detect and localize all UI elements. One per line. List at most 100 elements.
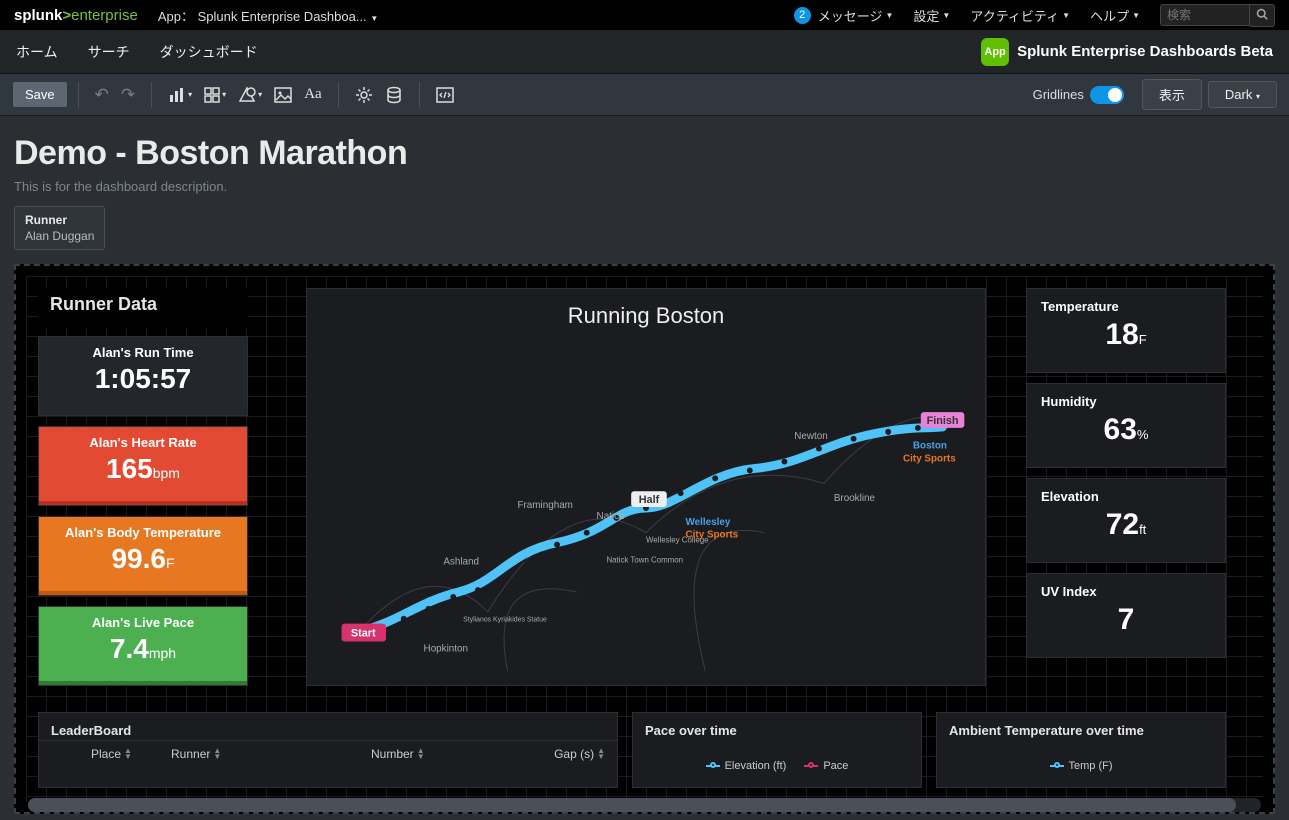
chevron-down-icon: ▼: [370, 14, 378, 23]
pace-chart-title: Pace over time: [633, 713, 921, 740]
app-dropdown[interactable]: App： Splunk Enterprise Dashboa... ▼: [158, 6, 378, 25]
dashboard-canvas[interactable]: Runner Data Alan's Run Time 1:05:57 Alan…: [14, 264, 1275, 814]
undo-icon[interactable]: ↶: [89, 81, 115, 109]
app-title: Splunk Enterprise Dashboards Beta: [1017, 43, 1273, 60]
add-image-icon[interactable]: [268, 82, 298, 108]
sort-icon: ▲▼: [124, 748, 132, 760]
map-lbl-stylianos: Stylianos Kyriakides Statue: [463, 617, 547, 624]
search-icon[interactable]: [1250, 4, 1275, 27]
col-gap[interactable]: Gap (s)▲▼: [511, 747, 605, 761]
env-humidity[interactable]: Humidity 63%: [1026, 383, 1226, 468]
sort-icon: ▲▼: [417, 748, 425, 760]
runner-filter[interactable]: Runner Alan Duggan: [14, 206, 105, 250]
chevron-down-icon: ▼: [885, 11, 893, 20]
nav-home[interactable]: ホーム: [16, 42, 58, 62]
theme-dropdown[interactable]: Dark ▾: [1208, 81, 1277, 108]
hum-value: 63%: [1027, 413, 1225, 455]
page-body: Demo - Boston Marathon This is for the d…: [0, 116, 1289, 814]
add-grid-icon[interactable]: ▾: [198, 83, 232, 107]
col-runner[interactable]: Runner▲▼: [171, 747, 371, 761]
pace-chart-panel[interactable]: Pace over time Elevation (ft) Pace: [632, 712, 922, 788]
sort-icon: ▲▼: [597, 748, 605, 760]
source-code-icon[interactable]: [430, 82, 460, 108]
map-lbl-hopkinton: Hopkinton: [424, 643, 468, 654]
sort-icon: ▲▼: [213, 748, 221, 760]
activity-menu[interactable]: アクティビティ▼: [970, 6, 1070, 25]
elev-value: 72ft: [1027, 508, 1225, 550]
filter-label: Runner: [25, 213, 94, 227]
help-menu[interactable]: ヘルプ▼: [1090, 6, 1140, 25]
runner-data-title: Runner Data: [38, 288, 248, 321]
logo[interactable]: splunk>enterprise: [14, 7, 138, 24]
bt-label: Alan's Body Temperature: [39, 517, 247, 540]
settings-gear-icon[interactable]: [349, 82, 379, 108]
data-source-icon[interactable]: [379, 82, 409, 108]
map-lbl-brookline: Brookline: [834, 493, 876, 504]
global-nav: splunk>enterprise App： Splunk Enterprise…: [0, 0, 1289, 30]
map-lbl-ashland: Ashland: [443, 556, 479, 567]
add-text-icon[interactable]: Aa: [298, 82, 328, 107]
chevron-down-icon: ▼: [1132, 11, 1140, 20]
redo-icon[interactable]: ↷: [115, 81, 141, 109]
hr-value: 165bpm: [39, 450, 247, 494]
app-label: App：: [158, 9, 194, 24]
filter-value: Alan Duggan: [25, 229, 94, 243]
logo-splunk: splunk: [14, 7, 62, 24]
nav-search[interactable]: サーチ: [88, 42, 130, 62]
stat-bodytemp[interactable]: Alan's Body Temperature 99.6F: [38, 516, 248, 596]
pace-legend: Elevation (ft) Pace: [633, 740, 921, 772]
legend-temp: Temp (F): [1069, 760, 1113, 772]
map-lbl-natick-town: Natick Town Common: [606, 555, 683, 564]
runner-data-title-panel[interactable]: Runner Data: [38, 288, 248, 328]
map-finish-flag: Finish: [927, 415, 959, 427]
save-button[interactable]: Save: [12, 81, 68, 108]
map-lbl-framingham: Framingham: [517, 500, 572, 511]
chevron-down-icon: ▼: [942, 11, 950, 20]
temp-chart-panel[interactable]: Ambient Temperature over time Temp (F): [936, 712, 1226, 788]
map-lbl-city-sports2: City Sports: [903, 454, 956, 465]
gridlines-label: Gridlines: [1033, 87, 1084, 102]
stat-runtime[interactable]: Alan's Run Time 1:05:57: [38, 336, 248, 416]
stat-pace[interactable]: Alan's Live Pace 7.4mph: [38, 606, 248, 686]
add-bar-chart-icon[interactable]: ▾: [162, 82, 198, 108]
map-lbl-wellesley: Wellesley: [686, 517, 731, 528]
map-svg: Start Half Finish Hopkinton Ashland Fram…: [307, 335, 985, 681]
nav-dashboard[interactable]: ダッシュボード: [160, 42, 258, 62]
hr-label: Alan's Heart Rate: [39, 427, 247, 450]
leaderboard-title: LeaderBoard: [39, 713, 617, 740]
messages-badge: 2: [794, 7, 811, 24]
display-button[interactable]: 表示: [1142, 79, 1202, 110]
map-start-flag: Start: [351, 628, 376, 640]
col-number[interactable]: Number▲▼: [371, 747, 511, 761]
uv-value: 7: [1027, 603, 1225, 645]
horizontal-scrollbar[interactable]: [28, 798, 1261, 812]
uv-label: UV Index: [1027, 574, 1225, 603]
stat-heartrate[interactable]: Alan's Heart Rate 165bpm: [38, 426, 248, 506]
pace-label: Alan's Live Pace: [39, 607, 247, 630]
runtime-label: Alan's Run Time: [39, 337, 247, 360]
map-lbl-boston: Boston: [913, 441, 947, 452]
legend-pace: Pace: [823, 760, 848, 772]
leaderboard-panel[interactable]: LeaderBoard Place▲▼ Runner▲▼ Number▲▼ Ga…: [38, 712, 618, 788]
temp-label: Temperature: [1027, 289, 1225, 318]
env-temperature[interactable]: Temperature 18F: [1026, 288, 1226, 373]
env-uvindex[interactable]: UV Index 7: [1026, 573, 1226, 658]
env-elevation[interactable]: Elevation 72ft: [1026, 478, 1226, 563]
page-description: This is for the dashboard description.: [14, 179, 1275, 194]
bt-value: 99.6F: [39, 540, 247, 584]
settings-menu[interactable]: 設定▼: [913, 6, 950, 25]
leaderboard-columns: Place▲▼ Runner▲▼ Number▲▼ Gap (s)▲▼: [39, 740, 617, 767]
elev-label: Elevation: [1027, 479, 1225, 508]
legend-elevation: Elevation (ft): [725, 760, 787, 772]
map-title: Running Boston: [307, 289, 985, 335]
col-place[interactable]: Place▲▼: [91, 747, 171, 761]
map-lbl-city-sports: City Sports: [686, 530, 739, 541]
add-shape-icon[interactable]: ▾: [232, 82, 268, 108]
search-input[interactable]: [1160, 4, 1250, 26]
temp-value: 18F: [1027, 318, 1225, 360]
map-lbl-newton: Newton: [794, 431, 827, 442]
gridlines-toggle[interactable]: [1090, 86, 1124, 104]
map-panel[interactable]: Running Boston Start Half Finish Hopkin: [306, 288, 986, 686]
editor-toolbar: Save ↶ ↷ ▾ ▾ ▾ Aa Gridlines 表示 Dark ▾: [0, 74, 1289, 116]
messages-menu[interactable]: 2 メッセージ ▼: [794, 6, 894, 25]
